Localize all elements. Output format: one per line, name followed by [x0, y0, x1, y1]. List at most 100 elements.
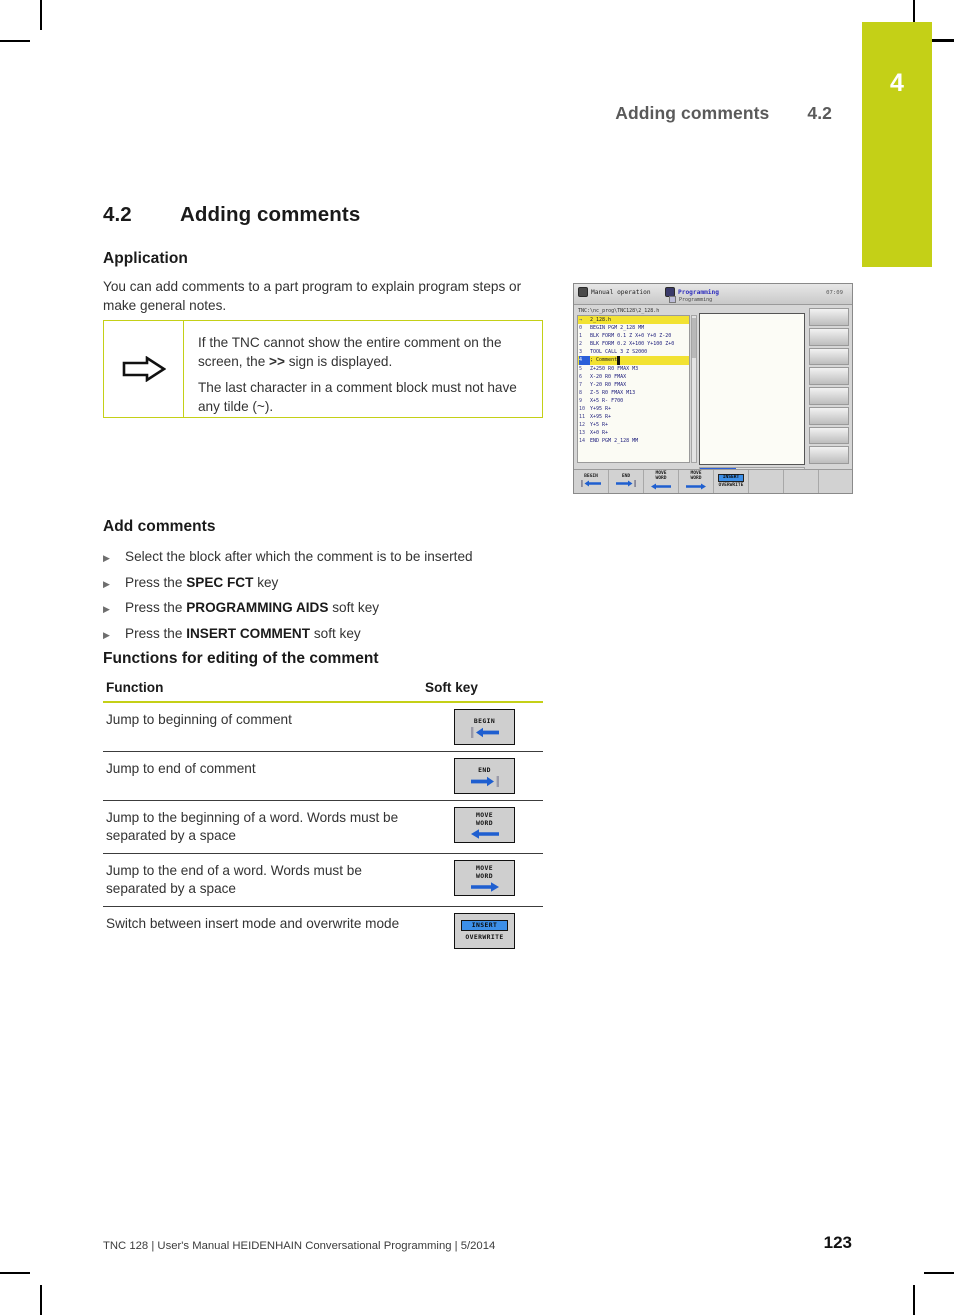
tnc-sub-mode: Programming: [669, 296, 712, 303]
bullet-triangle-icon: ▶: [103, 629, 110, 640]
softkey-insert-overwrite[interactable]: INSERT OVERWRITE: [454, 913, 515, 949]
page-title: 4.2 Adding comments: [103, 203, 360, 227]
cell-softkey: MOVE WORD: [425, 853, 543, 907]
list-item: ▶ Select the block after which the comme…: [103, 545, 545, 571]
vertical-softkey[interactable]: [809, 426, 849, 445]
program-line: 13 X+0 R+: [579, 430, 609, 437]
softkey-move-word-right-label-1: MOVE: [476, 863, 493, 872]
tnc-clock: 07:09: [826, 290, 843, 296]
softkey-move-word-right[interactable]: MOVE WORD: [454, 860, 515, 896]
tnc-program-editor[interactable]: → 2_128.h 0 BEGIN PGM 2_128 MM 1 BLK FORM …: [577, 315, 690, 463]
vertical-softkey[interactable]: [809, 406, 849, 425]
note-line-1-bold: >>: [269, 354, 285, 369]
tnc-softkey-insert-label: INSERT: [717, 474, 745, 482]
page-number: 123: [823, 1233, 852, 1252]
step-1-post: key: [253, 574, 279, 590]
step-3-post: soft key: [310, 625, 361, 641]
note-line-1: If the TNC cannot show the entire commen…: [198, 333, 528, 371]
vertical-softkey[interactable]: [809, 446, 849, 464]
vertical-softkey[interactable]: [809, 347, 849, 366]
tnc-softkey-begin[interactable]: BEGIN: [574, 470, 609, 493]
chapter-tab: 4: [862, 22, 932, 267]
page-title-number: 4.2: [103, 203, 132, 226]
table-row: Jump to the end of a word. Words must be…: [103, 853, 543, 907]
tnc-softkey-move-word-right[interactable]: MOVE WORD: [679, 470, 714, 493]
column-header-softkey: Soft key: [425, 680, 543, 703]
column-header-function: Function: [103, 680, 425, 703]
running-head-title: Adding comments: [615, 103, 770, 123]
cell-function: Switch between insert mode and overwrite…: [106, 916, 400, 931]
tnc-softkey-end[interactable]: END: [609, 470, 644, 493]
scrollbar-thumb[interactable]: [692, 318, 696, 358]
cell-softkey: END: [425, 751, 543, 801]
arrow-right-outline-icon: [122, 356, 166, 382]
vertical-softkey[interactable]: [809, 327, 849, 346]
tnc-softkey-insert-overwrite[interactable]: INSERT OVERWRITE: [714, 470, 749, 493]
page-title-text: Adding comments: [180, 203, 361, 226]
note-text-cell: If the TNC cannot show the entire commen…: [184, 321, 542, 417]
chapter-number: 4: [890, 69, 904, 97]
step-2-bold: PROGRAMMING AIDS: [186, 600, 329, 615]
program-line: 10 Y+95 R+: [579, 406, 612, 413]
bullet-triangle-icon: ▶: [103, 578, 110, 589]
tnc-softkey-empty[interactable]: [819, 470, 852, 493]
tnc-softkey-empty[interactable]: [784, 470, 819, 493]
vertical-softkey[interactable]: [809, 387, 849, 405]
program-line: 3 TOOL CALL 3 Z S2000: [579, 349, 648, 356]
table-row: Jump to the beginning of a word. Words m…: [103, 800, 543, 854]
program-title-line: → 2_128.h: [578, 316, 689, 325]
heading-add-comments: Add comments: [103, 518, 216, 535]
editor-scrollbar-vertical[interactable]: [691, 315, 697, 463]
tnc-file-path: TNC:\nc_prog\TNC128\2_128.h: [578, 308, 660, 314]
program-line: 1 BLK FORM 0.1 Z X+0 Y+0 Z-20: [579, 333, 672, 340]
table-row: Jump to end of comment END: [103, 751, 543, 801]
tnc-screenshot: Manual operation Programming Programming…: [573, 283, 853, 494]
note-icon-cell: [104, 321, 184, 417]
bullet-triangle-icon: ▶: [103, 604, 110, 614]
arrow-left-icon: [650, 483, 672, 492]
tnc-mode-left-label: Manual operation: [591, 288, 651, 296]
program-line: 0 BEGIN PGM 2_128 MM: [579, 325, 645, 332]
softkey-insert-label: INSERT: [460, 920, 509, 931]
program-line: 12 Y+5 R+: [579, 422, 609, 429]
program-line: 9 X+5 R- F700: [579, 397, 624, 404]
softkey-overwrite-label: OVERWRITE: [465, 933, 504, 941]
list-item-text: Press the SPEC FCT key: [125, 571, 278, 595]
tnc-softkey-end-label: END: [621, 473, 631, 479]
program-line: 7 Y-20 R0 FMAX: [579, 381, 627, 388]
program-line: 6 X-20 R0 FMAX: [579, 373, 627, 380]
cell-function: Jump to end of comment: [103, 751, 425, 801]
sub-mode-icon: [669, 296, 676, 303]
tnc-softkey-overwrite-label: OVERWRITE: [718, 483, 744, 488]
tnc-softkey-empty[interactable]: [749, 470, 784, 493]
list-item-text: Select the block after which the comment…: [125, 545, 473, 569]
softkey-begin[interactable]: BEGIN: [454, 709, 515, 745]
manual-operation-icon: [578, 287, 588, 297]
crop-mark-bottom-right-h: [924, 1272, 954, 1274]
note-line-2: The last character in a comment block mu…: [198, 380, 517, 414]
softkey-move-word-right-label-2: WORD: [476, 871, 493, 880]
tnc-softkey-move-word-right-label-2: WORD: [690, 476, 702, 482]
cell-function: Jump to the beginning of a word. Words m…: [103, 800, 425, 854]
arrow-right-icon: [685, 483, 707, 492]
softkey-end[interactable]: END: [454, 758, 515, 794]
softkey-move-word-left-label-2: WORD: [476, 818, 493, 827]
program-line: 5 Z+250 R0 FMAX M3: [579, 365, 639, 372]
arrow-right-bar-icon: [469, 775, 501, 787]
softkey-end-label: END: [478, 765, 491, 774]
bullet-triangle-icon: ▶: [103, 553, 110, 563]
tnc-graphics-panel[interactable]: [699, 313, 805, 465]
tnc-softkey-begin-label: BEGIN: [584, 473, 598, 479]
tnc-softkey-move-word-left-label-2: WORD: [655, 476, 667, 482]
tnc-softkey-move-word-left[interactable]: MOVE WORD: [644, 470, 679, 493]
vertical-softkey[interactable]: [809, 308, 849, 326]
list-item: ▶ Press the SPEC FCT key: [103, 571, 545, 597]
vertical-softkey[interactable]: [809, 367, 849, 385]
note-box: If the TNC cannot show the entire commen…: [103, 320, 543, 418]
cell-softkey: MOVE WORD: [425, 800, 543, 854]
heading-application: Application: [103, 250, 188, 267]
heading-functions-for-editing: Functions for editing of the comment: [103, 650, 379, 667]
program-line: 11 X+95 R+: [579, 414, 612, 421]
program-line: 14 END PGM 2_128 MM: [579, 438, 639, 445]
softkey-move-word-left[interactable]: MOVE WORD: [454, 807, 515, 843]
